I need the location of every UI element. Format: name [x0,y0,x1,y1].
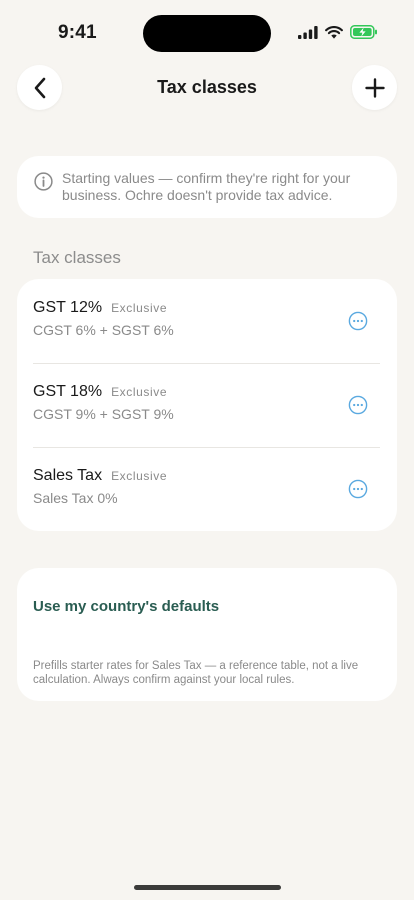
status-time: 9:41 [58,22,97,43]
tax-class-row[interactable]: Sales Tax Exclusive Sales Tax 0% [17,447,397,531]
tax-class-row[interactable]: GST 18% Exclusive CGST 9% + SGST 9% [17,363,397,447]
tax-class-name: GST 12% [33,299,103,316]
home-indicator[interactable] [134,885,281,890]
plus-icon [364,77,385,98]
info-icon [34,172,53,191]
dynamic-island [143,15,271,52]
add-tax-class-button[interactable] [352,65,397,110]
tax-class-row[interactable]: GST 12% Exclusive CGST 6% + SGST 6% [17,279,397,363]
battery-charging-icon [350,25,377,39]
tax-class-title: GST 18% Exclusive [33,383,167,401]
tax-classes-screen: 9:41 Tax classes Starting values — confi… [0,0,414,900]
tax-class-title: GST 12% Exclusive [33,299,167,317]
tax-class-title: Sales Tax Exclusive [33,467,167,485]
tax-class-mode-badge: Exclusive [111,469,168,483]
tax-class-list: GST 12% Exclusive CGST 6% + SGST 6% GST … [17,279,397,531]
use-country-defaults-button[interactable]: Use my country's defaults [33,598,219,615]
tax-class-breakdown: Sales Tax 0% [33,490,118,506]
tax-class-breakdown: CGST 6% + SGST 6% [33,322,174,338]
tax-class-mode-badge: Exclusive [111,301,168,315]
tax-class-breakdown: CGST 9% + SGST 9% [33,406,174,422]
tax-class-mode-badge: Exclusive [111,385,168,399]
section-header: Tax classes [33,248,121,267]
cellular-signal-icon [298,25,318,39]
tax-class-name: GST 18% [33,383,103,400]
status-icons [298,25,378,39]
country-defaults-note: Prefills starter rates for Sales Tax — a… [33,660,359,686]
info-banner-text: Starting values — confirm they're right … [62,170,351,203]
status-bar: 9:41 [0,0,414,64]
country-defaults-card: Use my country's defaults Prefills start… [17,568,397,701]
more-options-icon[interactable] [348,395,368,415]
tax-class-name: Sales Tax [33,467,103,484]
info-banner: Starting values — confirm they're right … [17,156,397,218]
more-options-icon[interactable] [348,479,368,499]
more-options-icon[interactable] [348,311,368,331]
wifi-icon [325,25,343,39]
